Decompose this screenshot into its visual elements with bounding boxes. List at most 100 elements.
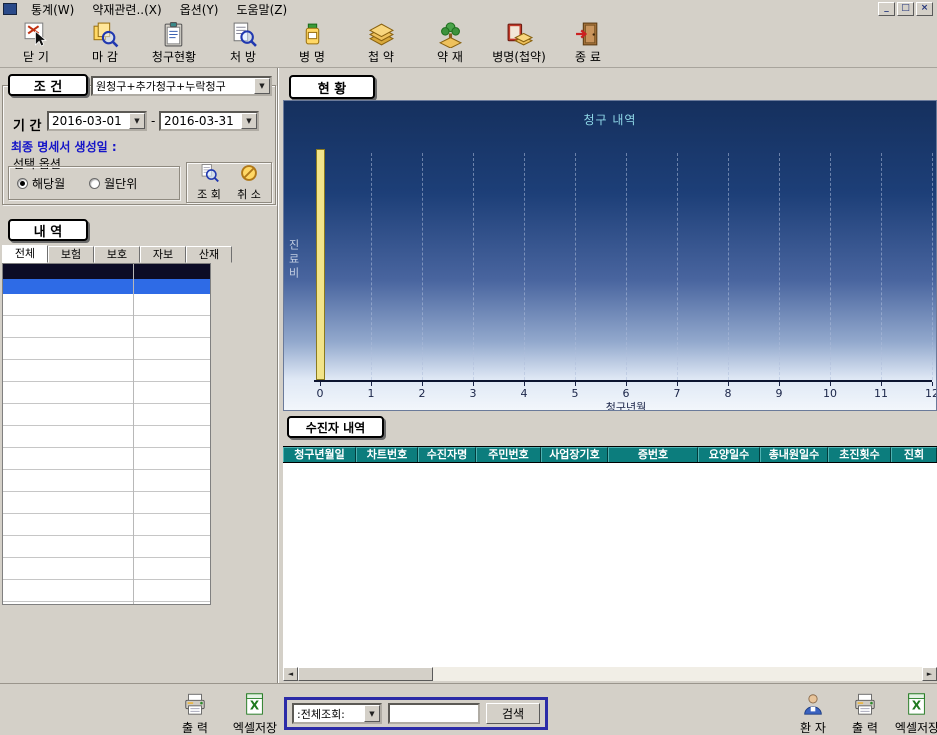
- bottom-bar: 출 력X엑셀저장 :전체조회: ▼ 검색 환 자출 력X엑셀저장: [0, 683, 937, 735]
- tab-자보[interactable]: 자보: [140, 246, 186, 263]
- patient-column-7[interactable]: 요양일수: [698, 447, 760, 462]
- search-input[interactable]: [388, 703, 480, 724]
- details-section-button[interactable]: 내 역: [8, 219, 88, 241]
- bottom-right-action-1[interactable]: 환 자: [788, 692, 838, 735]
- date-to-combo[interactable]: 2016-03-31 ▼: [159, 111, 259, 131]
- minimize-button[interactable]: _: [878, 2, 895, 16]
- patient-column-3[interactable]: 수진자명: [418, 447, 476, 462]
- date-from-value: 2016-03-01: [52, 114, 122, 128]
- menu-item-1[interactable]: 통계(W): [22, 0, 83, 19]
- patient-column-1[interactable]: 청구년월일: [283, 447, 356, 462]
- scrollbar-thumb[interactable]: [298, 667, 433, 681]
- patient-section-button[interactable]: 수진자 내역: [287, 416, 384, 438]
- chart-gridline: [830, 153, 831, 380]
- details-table-grid: [3, 294, 210, 604]
- menu-item-3[interactable]: 옵션(Y): [171, 0, 228, 19]
- action-label: 엑셀저장: [233, 719, 277, 735]
- patient-column-5[interactable]: 사업장기호: [541, 447, 608, 462]
- toolbar-close-tool[interactable]: 닫 기: [8, 20, 64, 65]
- condition-section-button[interactable]: 조 건: [8, 74, 88, 96]
- details-table-column-divider: [133, 264, 134, 604]
- bottom-right-action-2[interactable]: 출 력: [840, 692, 890, 735]
- chart-tick: [728, 382, 729, 386]
- toolbar-closing[interactable]: 마 감: [77, 20, 133, 65]
- toolbar-label: 종 료: [575, 48, 601, 65]
- menu-item-4[interactable]: 도움말(Z): [227, 0, 296, 19]
- toolbar-exit[interactable]: 종 료: [560, 20, 616, 65]
- window-icon: [3, 3, 17, 15]
- period-label: 기 간: [13, 115, 41, 134]
- restore-button[interactable]: □: [897, 2, 914, 16]
- chevron-down-icon[interactable]: ▼: [241, 113, 257, 129]
- status-section-button[interactable]: 현 황: [289, 75, 375, 99]
- bottom-left-actions: 출 력X엑셀저장: [170, 692, 280, 735]
- scrollbar-track[interactable]: [433, 667, 922, 681]
- chevron-down-icon[interactable]: ▼: [254, 78, 270, 94]
- scroll-left-arrow-icon[interactable]: ◄: [283, 667, 298, 681]
- radio-label: 해당월: [32, 175, 65, 192]
- details-section-label: 내 역: [34, 221, 62, 240]
- search-button-label: 조 회: [197, 186, 221, 202]
- chart-gridline: [524, 153, 525, 380]
- chart-gridline: [728, 153, 729, 380]
- menu-item-2[interactable]: 약재관련..(X): [83, 0, 170, 19]
- toolbar: 닫 기 마 감 청구현황처 방 병 명 첩 약약 재 병명(첩약) 종 료: [0, 18, 937, 68]
- patient-table-body[interactable]: [283, 463, 937, 667]
- prescription-icon: [229, 20, 257, 48]
- chart-tick: [371, 382, 372, 386]
- chart-gridline: [422, 153, 423, 380]
- search-submit-button[interactable]: 검색: [486, 703, 540, 724]
- chart-tick-label: 6: [623, 387, 630, 400]
- toolbar-label: 병 명: [299, 48, 325, 65]
- patient-column-9[interactable]: 초진횟수: [828, 447, 891, 462]
- chart-tick-label: 4: [521, 387, 528, 400]
- toolbar-disease-herbal[interactable]: 병명(첩약): [491, 20, 547, 65]
- horizontal-scrollbar[interactable]: ◄ ►: [283, 667, 937, 681]
- details-table[interactable]: [2, 263, 211, 605]
- chart-tick-label: 3: [470, 387, 477, 400]
- chart-gridline: [881, 153, 882, 380]
- chart-tick: [626, 382, 627, 386]
- chart-y-axis-wall: [316, 149, 325, 380]
- bottom-left-action-1[interactable]: 출 력: [170, 692, 220, 735]
- toolbar-medicine-material[interactable]: 약 재: [422, 20, 478, 65]
- cancel-button[interactable]: 취 소: [232, 163, 266, 202]
- chart-tick-label: 9: [776, 387, 783, 400]
- date-from-combo[interactable]: 2016-03-01 ▼: [47, 111, 147, 131]
- bottom-right-actions: 환 자출 력X엑셀저장: [788, 692, 937, 735]
- toolbar-prescription[interactable]: 처 방: [215, 20, 271, 65]
- search-button[interactable]: 조 회: [192, 163, 226, 202]
- bottom-left-action-2[interactable]: X엑셀저장: [230, 692, 280, 735]
- patient-table-header: 청구년월일차트번호수진자명주민번호사업장기호증번호요양일수총내원일수초진횟수진회: [283, 446, 937, 463]
- toolbar-claim-status[interactable]: 청구현황: [146, 20, 202, 65]
- patient-column-6[interactable]: 증번호: [608, 447, 698, 462]
- tab-보험[interactable]: 보험: [48, 246, 94, 263]
- menu-items: 통계(W)약재관련..(X)옵션(Y)도움말(Z): [22, 0, 296, 19]
- tab-전체[interactable]: 전체: [2, 245, 48, 263]
- chevron-down-icon[interactable]: ▼: [129, 113, 145, 129]
- tab-산재[interactable]: 산재: [186, 246, 232, 263]
- patient-column-8[interactable]: 총내원일수: [760, 447, 828, 462]
- toolbar-label: 약 재: [437, 48, 463, 65]
- radio-option-월단위[interactable]: 월단위: [89, 175, 137, 192]
- patient-column-4[interactable]: 주민번호: [476, 447, 541, 462]
- toolbar-herbal-pack[interactable]: 첩 약: [353, 20, 409, 65]
- patient-column-2[interactable]: 차트번호: [356, 447, 418, 462]
- claim-type-combo[interactable]: 원청구+추가청구+누락청구 ▼: [91, 76, 272, 96]
- details-table-header-row: [3, 264, 210, 279]
- close-button[interactable]: ×: [916, 2, 933, 16]
- chart-gridline: [575, 153, 576, 380]
- scroll-right-arrow-icon[interactable]: ►: [922, 667, 937, 681]
- search-scope-combo[interactable]: :전체조회: ▼: [292, 703, 382, 724]
- radio-option-해당월[interactable]: 해당월: [17, 175, 65, 192]
- disease-herbal-icon: [505, 20, 533, 48]
- cancel-button-label: 취 소: [237, 186, 261, 202]
- toolbar-label: 처 방: [230, 48, 256, 65]
- toolbar-disease-name[interactable]: 병 명: [284, 20, 340, 65]
- tab-보호[interactable]: 보호: [94, 246, 140, 263]
- chart-tick: [575, 382, 576, 386]
- bottom-right-action-3[interactable]: X엑셀저장: [892, 692, 937, 735]
- patient-column-10[interactable]: 진회: [891, 447, 937, 462]
- details-table-selected-row[interactable]: [3, 279, 210, 294]
- chevron-down-icon[interactable]: ▼: [364, 705, 380, 722]
